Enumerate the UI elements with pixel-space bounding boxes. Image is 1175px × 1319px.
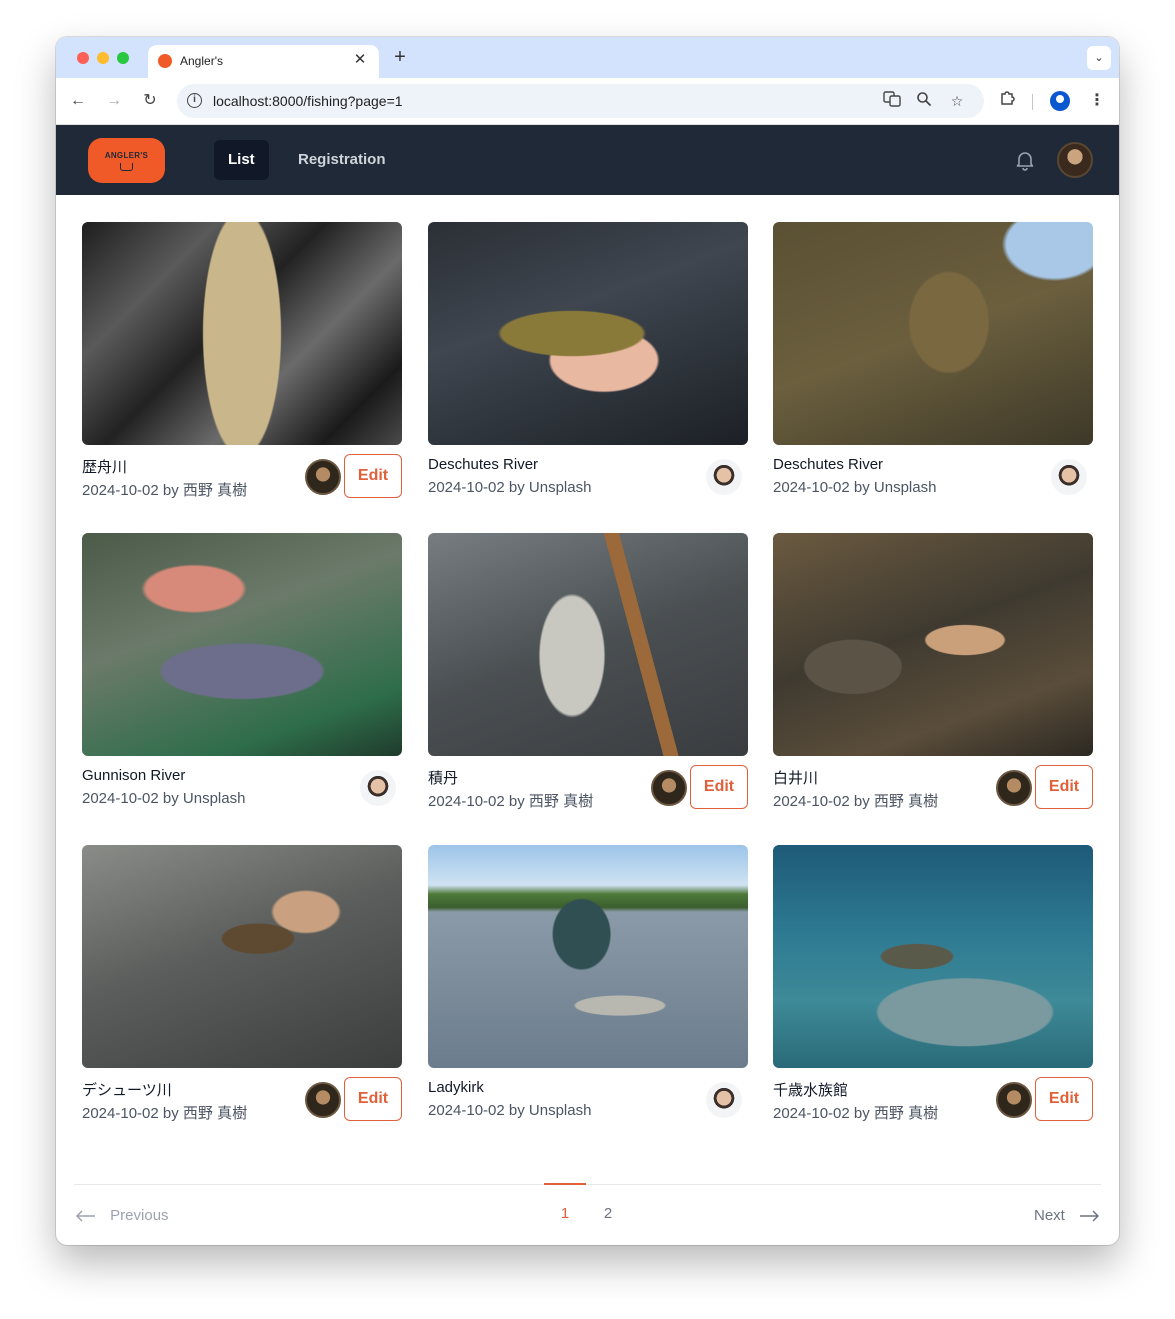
card-meta: 2024-10-02 by 西野 真樹 [773, 793, 939, 810]
card-meta: 2024-10-02 by 西野 真樹 [82, 1105, 248, 1122]
bookmark-star-icon[interactable]: ☆ [947, 91, 967, 111]
fish-photo[interactable] [773, 222, 1093, 445]
card: Deschutes River 2024-10-02 by Unsplash [428, 222, 748, 502]
card-title: 千歳水族館 [773, 1082, 849, 1099]
forward-arrow-icon[interactable]: → [103, 90, 125, 112]
card-meta: 2024-10-02 by Unsplash [428, 1102, 592, 1119]
card-meta: 2024-10-02 by 西野 真樹 [428, 793, 594, 810]
browser-window: Angler's ✕ + ⌄ ← → ↻ i localhost:8000/fi… [56, 37, 1119, 1245]
tab-strip: Angler's ✕ + ⌄ [56, 37, 1119, 78]
logo[interactable]: ANGLER'S [88, 138, 165, 183]
card-title: 歴舟川 [82, 459, 128, 476]
toolbar-divider [1032, 94, 1033, 110]
fish-photo[interactable] [82, 845, 402, 1068]
card-title: Deschutes River [428, 456, 539, 473]
close-icon[interactable]: ✕ [351, 51, 369, 69]
edit-button[interactable]: Edit [344, 454, 402, 498]
card-meta: 2024-10-02 by Unsplash [428, 479, 592, 496]
avatar [996, 1082, 1032, 1118]
reload-icon[interactable]: ↻ [139, 90, 161, 112]
card-title: 白井川 [773, 770, 819, 787]
avatar [305, 459, 341, 495]
card-meta: 2024-10-02 by Unsplash [82, 790, 246, 807]
browser-tab[interactable]: Angler's ✕ [148, 45, 379, 78]
back-arrow-icon[interactable]: ← [67, 90, 89, 112]
card-meta: 2024-10-02 by 西野 真樹 [773, 1105, 939, 1122]
fish-photo[interactable] [773, 533, 1093, 756]
avatar [651, 770, 687, 806]
page-1[interactable]: 1 [544, 1183, 586, 1223]
avatar [706, 459, 742, 495]
card: Ladykirk 2024-10-02 by Unsplash [428, 845, 748, 1125]
previous-link[interactable]: Previous [76, 1207, 169, 1224]
tab-title: Angler's [180, 54, 223, 68]
edit-button[interactable]: Edit [1035, 765, 1093, 809]
fish-photo[interactable] [428, 222, 748, 445]
fish-photo[interactable] [82, 533, 402, 756]
next-label: Next [1033, 1207, 1065, 1224]
logo-mark-icon [120, 163, 133, 171]
card: 白井川 2024-10-02 by 西野 真樹 Edit [773, 533, 1093, 813]
logo-text: ANGLER'S [104, 151, 149, 160]
chevron-down-icon[interactable]: ⌄ [1087, 46, 1111, 70]
avatar [706, 1082, 742, 1118]
edit-button[interactable]: Edit [1035, 1077, 1093, 1121]
menu-kebab-icon[interactable]: ⋮ [1086, 90, 1108, 112]
card: デシューツ川 2024-10-02 by 西野 真樹 Edit [82, 845, 402, 1125]
card-title: Deschutes River [773, 456, 884, 473]
maximize-window-button[interactable] [117, 52, 129, 64]
avatar [1051, 459, 1087, 495]
fish-photo[interactable] [428, 533, 748, 756]
fish-photo[interactable] [428, 845, 748, 1068]
avatar [360, 770, 396, 806]
profile-icon[interactable] [1050, 91, 1070, 111]
url-text[interactable]: localhost:8000/fishing?page=1 [213, 93, 403, 109]
bell-icon[interactable] [1014, 149, 1036, 171]
card-title: 積丹 [428, 770, 459, 787]
card-title: Gunnison River [82, 767, 186, 784]
close-window-button[interactable] [77, 52, 89, 64]
browser-toolbar: ← → ↻ i localhost:8000/fishing?page=1 ☆ … [56, 78, 1119, 125]
page-2[interactable]: 2 [587, 1185, 629, 1225]
previous-label: Previous [110, 1207, 169, 1224]
minimize-window-button[interactable] [97, 52, 109, 64]
avatar [305, 1082, 341, 1118]
zoom-icon[interactable] [914, 91, 934, 111]
card-meta: 2024-10-02 by 西野 真樹 [82, 482, 248, 499]
user-avatar[interactable] [1057, 142, 1093, 178]
next-link[interactable]: Next [1034, 1207, 1099, 1224]
card-title: Ladykirk [428, 1079, 484, 1096]
card: 歴舟川 2024-10-02 by 西野 真樹 Edit [82, 222, 402, 502]
info-icon[interactable]: i [187, 93, 202, 108]
nav-registration[interactable]: Registration [284, 140, 400, 180]
card: Gunnison River 2024-10-02 by Unsplash [82, 533, 402, 813]
pagination: Previous 1 2 Next [74, 1183, 1101, 1244]
avatar [996, 770, 1032, 806]
nav-list[interactable]: List [214, 140, 269, 180]
address-bar[interactable]: i localhost:8000/fishing?page=1 ☆ [177, 84, 984, 118]
app-header: ANGLER'S List Registration [56, 125, 1119, 195]
extensions-icon[interactable] [996, 90, 1018, 112]
translate-icon[interactable] [882, 91, 902, 111]
edit-button[interactable]: Edit [344, 1077, 402, 1121]
card-meta: 2024-10-02 by Unsplash [773, 479, 937, 496]
card: 積丹 2024-10-02 by 西野 真樹 Edit [428, 533, 748, 813]
edit-button[interactable]: Edit [690, 765, 748, 809]
card: 千歳水族館 2024-10-02 by 西野 真樹 Edit [773, 845, 1093, 1125]
card: Deschutes River 2024-10-02 by Unsplash [773, 222, 1093, 502]
new-tab-icon[interactable]: + [390, 47, 410, 67]
arrow-left-icon [76, 1210, 95, 1222]
fish-photo[interactable] [82, 222, 402, 445]
favicon-icon [158, 54, 172, 68]
card-title: デシューツ川 [82, 1082, 172, 1099]
fish-photo[interactable] [773, 845, 1093, 1068]
arrow-right-icon [1080, 1210, 1099, 1222]
